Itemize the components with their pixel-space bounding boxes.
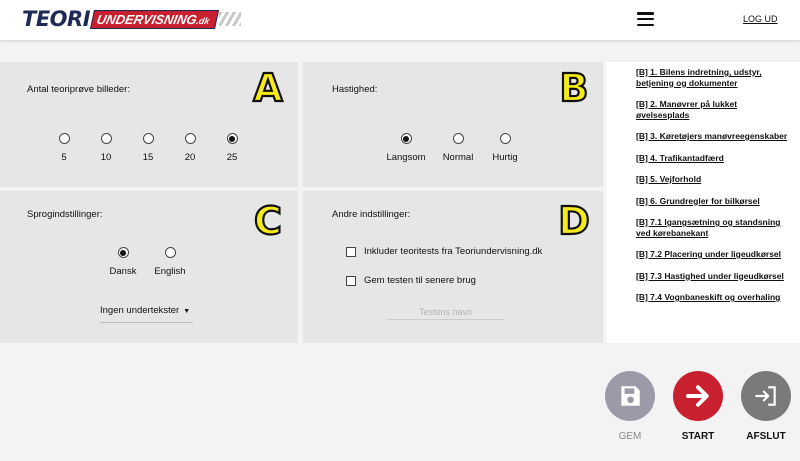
panel-a-title: Antal teoriprøve billeder: bbox=[27, 84, 130, 95]
save-test-checkbox[interactable] bbox=[346, 275, 356, 286]
radio-label: 15 bbox=[142, 152, 154, 163]
topic-item[interactable]: [B] 2. Manøvrer på lukket øvelsesplads bbox=[636, 99, 788, 120]
radio-button[interactable] bbox=[164, 247, 176, 258]
exit-label: AFSLUT bbox=[746, 431, 786, 442]
logo-dk-text: .dk bbox=[195, 15, 211, 26]
radio-option-10[interactable]: 10 bbox=[85, 133, 127, 163]
brand-logo[interactable]: TEORI UNDERVISNING.dk bbox=[22, 7, 241, 31]
radio-label: English bbox=[154, 266, 186, 277]
radio-option-5[interactable]: 5 bbox=[43, 133, 85, 163]
radio-button-checked[interactable] bbox=[117, 247, 129, 258]
radio-button-checked[interactable] bbox=[400, 133, 412, 144]
topic-item[interactable]: [B] 4. Trafikantadfærd bbox=[636, 153, 788, 164]
save-button[interactable]: GEM bbox=[600, 371, 660, 442]
panel-b-letter: B bbox=[558, 66, 589, 110]
exit-button-circle[interactable] bbox=[741, 371, 791, 421]
start-button[interactable]: START bbox=[668, 371, 728, 442]
subtitle-select-value: Ingen undertekster bbox=[100, 305, 180, 316]
topics-list[interactable]: [B] 1. Bilens indretning, udstyr, betjen… bbox=[606, 62, 800, 343]
radio-button[interactable] bbox=[452, 133, 464, 144]
radio-label: Dansk bbox=[109, 266, 137, 277]
save-icon bbox=[621, 386, 640, 406]
save-test-checkbox-row[interactable]: Gem testen til senere brug bbox=[346, 275, 476, 286]
include-tests-checkbox-row[interactable]: Inkluder teoritests fra Teoriundervisnin… bbox=[346, 246, 542, 257]
include-tests-label: Inkluder teoritests fra Teoriundervisnin… bbox=[364, 246, 543, 257]
radio-button[interactable] bbox=[58, 133, 70, 144]
save-button-circle[interactable] bbox=[605, 371, 655, 421]
radio-label: Hurtig bbox=[492, 152, 518, 163]
topic-item[interactable]: [B] 7.4 Vognbaneskift og overhaling bbox=[636, 292, 788, 303]
start-label: START bbox=[681, 431, 715, 442]
logo-teori-text: TEORI bbox=[22, 7, 91, 31]
logo-undervisning-badge: UNDERVISNING.dk bbox=[89, 9, 219, 29]
logo-stripes-decoration bbox=[218, 12, 241, 26]
radio-button[interactable] bbox=[100, 133, 112, 144]
radio-option-langsom[interactable]: Langsom bbox=[379, 133, 433, 163]
menu-icon[interactable] bbox=[637, 12, 654, 26]
radio-option-25[interactable]: 25 bbox=[211, 133, 253, 163]
panel-c-title: Sprogindstillinger: bbox=[27, 209, 103, 220]
radio-option-normal[interactable]: Normal bbox=[433, 133, 483, 163]
panel-a-image-count: Antal teoriprøve billeder: A 5 10 15 20 … bbox=[0, 62, 298, 187]
topic-item[interactable]: [B] 3. Køretøjers manøvreegenskaber bbox=[636, 131, 788, 142]
logout-link[interactable]: LOG UD bbox=[743, 14, 778, 24]
save-test-label: Gem testen til senere brug bbox=[364, 275, 476, 286]
app-header: TEORI UNDERVISNING.dk LOG UD bbox=[0, 0, 800, 40]
test-name-input[interactable] bbox=[387, 305, 504, 320]
radio-label: 20 bbox=[184, 152, 196, 163]
panel-d-letter: D bbox=[557, 199, 591, 243]
panel-a-letter: A bbox=[252, 66, 284, 110]
radio-option-dansk[interactable]: Dansk bbox=[101, 247, 145, 277]
panel-b-speed: Hastighed: B Langsom Normal Hurtig bbox=[303, 62, 603, 187]
radio-label: 10 bbox=[100, 152, 112, 163]
radio-button[interactable] bbox=[184, 133, 196, 144]
chevron-down-icon: ▼ bbox=[183, 308, 191, 315]
topic-item[interactable]: [B] 7.2 Placering under ligeudkørsel bbox=[636, 249, 788, 260]
exit-icon bbox=[755, 386, 776, 406]
topic-item[interactable]: [B] 1. Bilens indretning, udstyr, betjen… bbox=[636, 67, 788, 88]
start-button-circle[interactable] bbox=[673, 371, 723, 421]
panel-d-other-settings: Andre indstillinger: D Inkluder teorites… bbox=[303, 191, 603, 343]
radio-button[interactable] bbox=[499, 133, 511, 144]
panel-c-letter: C bbox=[253, 199, 283, 243]
speed-radio-group: Langsom Normal Hurtig bbox=[379, 133, 527, 163]
radio-option-hurtig[interactable]: Hurtig bbox=[483, 133, 527, 163]
radio-label: Normal bbox=[442, 152, 474, 163]
radio-button[interactable] bbox=[142, 133, 154, 144]
radio-option-english[interactable]: English bbox=[145, 247, 195, 277]
topic-item[interactable]: [B] 6. Grundregler for bilkørsel bbox=[636, 196, 788, 207]
image-count-radio-group: 5 10 15 20 25 bbox=[43, 133, 253, 163]
subtitle-select[interactable]: Ingen undertekster ▼ bbox=[100, 305, 193, 323]
radio-label: Langsom bbox=[386, 152, 426, 163]
radio-button-checked[interactable] bbox=[226, 133, 238, 144]
arrow-right-icon bbox=[686, 385, 709, 407]
topic-item[interactable]: [B] 5. Vejforhold bbox=[636, 174, 788, 185]
save-label: GEM bbox=[618, 431, 642, 442]
language-radio-group: Dansk English bbox=[101, 247, 195, 277]
panel-b-title: Hastighed: bbox=[332, 84, 378, 95]
radio-option-20[interactable]: 20 bbox=[169, 133, 211, 163]
panel-d-title: Andre indstillinger: bbox=[332, 209, 411, 220]
include-tests-checkbox[interactable] bbox=[346, 246, 356, 257]
topic-item[interactable]: [B] 7.3 Hastighed under ligeudkørsel bbox=[636, 271, 788, 282]
radio-label: 25 bbox=[226, 152, 238, 163]
exit-button[interactable]: AFSLUT bbox=[736, 371, 796, 442]
radio-label: 5 bbox=[61, 152, 67, 163]
radio-option-15[interactable]: 15 bbox=[127, 133, 169, 163]
logo-undervisning-text: UNDERVISNING bbox=[95, 11, 199, 27]
topic-item[interactable]: [B] 7.1 Igangsætning og standsning ved k… bbox=[636, 217, 788, 238]
